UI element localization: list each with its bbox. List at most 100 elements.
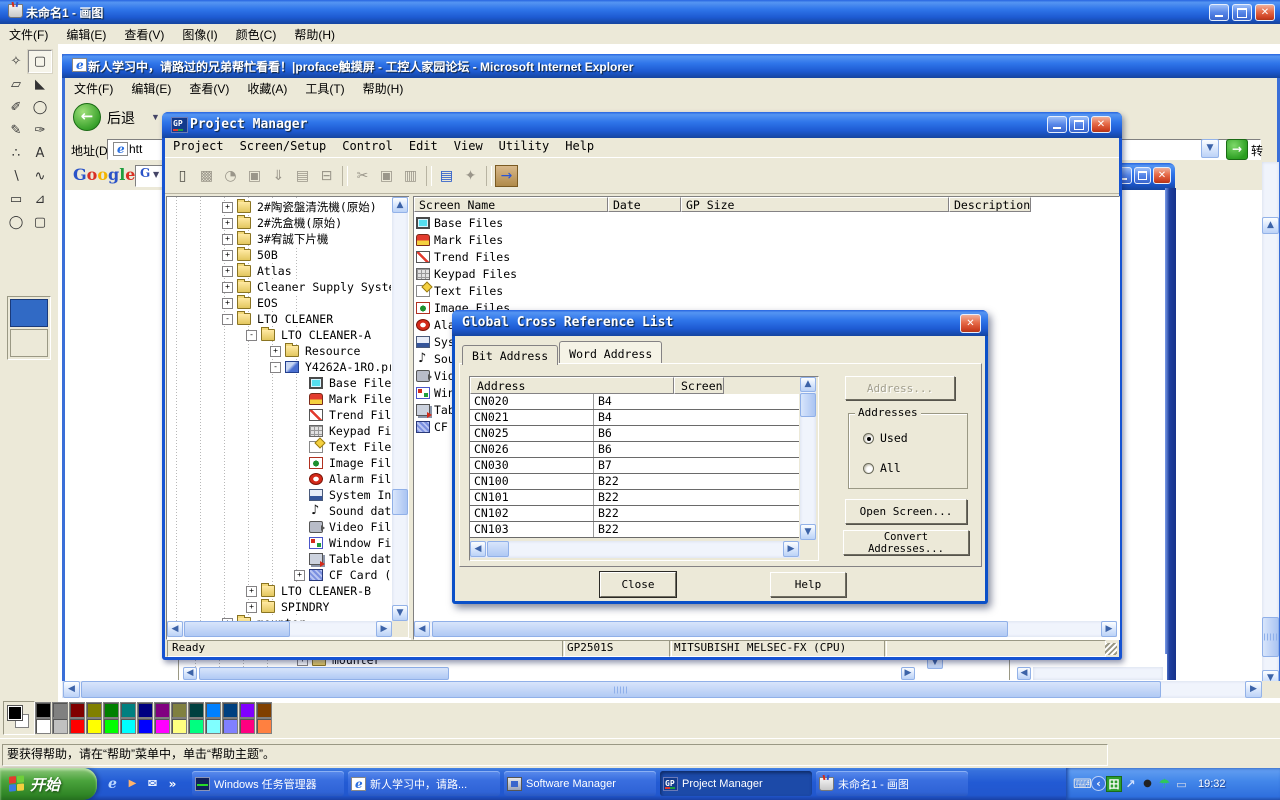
transfer-exit-icon[interactable]: → — [495, 165, 518, 187]
rectangle-tool[interactable]: ▭ — [4, 188, 28, 211]
list-item[interactable]: Base Files — [414, 214, 1117, 231]
toolbar-separator[interactable] — [426, 166, 432, 186]
convert-addresses-button[interactable]: Convert Addresses... — [843, 530, 969, 555]
task-button[interactable]: 未命名1 - 画图 — [816, 771, 968, 796]
palette-color[interactable] — [103, 702, 119, 718]
paint-menu-item[interactable]: 帮助(H) — [285, 24, 344, 46]
airbrush-tool[interactable]: ∴ — [4, 142, 28, 165]
tree-item[interactable]: Sound data — [167, 503, 391, 519]
paste-icon[interactable]: ▥ — [399, 165, 422, 187]
list-item[interactable]: Trend Files — [414, 248, 1117, 265]
tree-item[interactable]: + Resource — [167, 343, 391, 359]
scroll-down-icon[interactable]: ▼ — [392, 605, 408, 621]
table-row[interactable]: CN103 B22 — [470, 522, 799, 538]
back-icon[interactable]: ← — [73, 103, 101, 131]
rear-maximize-button[interactable] — [1134, 167, 1151, 184]
list-column-header[interactable]: Date — [608, 197, 681, 212]
palette-color[interactable] — [69, 718, 85, 734]
ie-menu-item[interactable]: 工具(T) — [296, 78, 353, 100]
tree-item[interactable]: + SPINDRY — [167, 599, 391, 615]
go-icon[interactable]: → — [1226, 139, 1248, 160]
pencil-tool[interactable]: ✎ — [4, 119, 28, 142]
tree-item[interactable]: + EOS — [167, 295, 391, 311]
tree-item[interactable]: Text Files — [167, 439, 391, 455]
tree-item[interactable]: Table data — [167, 551, 391, 567]
palette-color[interactable] — [205, 702, 221, 718]
tree-item[interactable]: Video Files — [167, 519, 391, 535]
palette-color[interactable] — [69, 702, 85, 718]
pm-menu-item[interactable]: Screen/Setup — [232, 138, 335, 155]
task-button[interactable]: Project Manager — [660, 771, 812, 796]
tree-item[interactable]: Trend Files — [167, 407, 391, 423]
list-item[interactable]: Mark Files — [414, 231, 1117, 248]
palette-color[interactable] — [137, 718, 153, 734]
copy-icon[interactable]: ▣ — [375, 165, 398, 187]
scroll-up-icon[interactable]: ▲ — [392, 197, 408, 213]
tree-item[interactable]: + 50B — [167, 247, 391, 263]
options-icon[interactable]: ✦ — [459, 165, 482, 187]
tree-item[interactable]: - Y4262A-1RO.prw — [167, 359, 391, 375]
radio-option[interactable]: All — [863, 458, 967, 478]
open-screen-icon[interactable]: ▩ — [195, 165, 218, 187]
input-method-icon[interactable]: 田 — [1106, 776, 1122, 792]
dialog-tab[interactable]: Word Address — [559, 341, 662, 363]
paint-minimize-button[interactable] — [1209, 4, 1229, 21]
expand-toggle-icon[interactable]: + — [246, 602, 257, 613]
tree-hscrollbar[interactable]: ◀ ▶ — [167, 621, 392, 637]
rear-scroll-right-icon[interactable]: ▶ — [901, 667, 915, 680]
rear-close-button[interactable]: ✕ — [1153, 167, 1171, 184]
pm-menu-item[interactable]: Utility — [491, 138, 558, 155]
quick-launch-more-icon[interactable]: » — [164, 775, 181, 792]
scroll-left-icon[interactable]: ◀ — [63, 681, 80, 698]
table-row[interactable]: CN021 B4 — [470, 410, 799, 426]
list-column-header[interactable]: GP Size — [681, 197, 949, 212]
palette-color[interactable] — [256, 702, 272, 718]
back-dropdown-icon[interactable]: ▼ — [151, 112, 160, 122]
table-row[interactable]: CN026 B6 — [470, 442, 799, 458]
tree-item[interactable]: Base Files — [167, 375, 391, 391]
expand-toggle-icon[interactable]: + — [294, 570, 305, 581]
palette-color[interactable] — [171, 718, 187, 734]
fill-tool[interactable]: ◣ — [28, 73, 52, 96]
table-row[interactable]: CN100 B22 — [470, 474, 799, 490]
tree-item[interactable]: + Cleaner Supply System — [167, 279, 391, 295]
scroll-up-icon[interactable]: ▲ — [800, 377, 816, 392]
table-row[interactable]: CN025 B6 — [470, 426, 799, 442]
print-icon[interactable]: ⊟ — [315, 165, 338, 187]
radio-icon[interactable] — [863, 463, 874, 474]
eyedropper-tool[interactable]: ✐ — [4, 96, 28, 119]
rear-scroll-left-icon[interactable]: ◀ — [183, 667, 197, 680]
table-column-header[interactable]: Address — [470, 377, 674, 394]
screen-list-icon[interactable]: ▤ — [435, 165, 458, 187]
paint-restore-button[interactable] — [1232, 4, 1252, 21]
palette-color[interactable] — [120, 718, 136, 734]
toolbar-separator[interactable] — [486, 166, 492, 186]
brush-tool[interactable]: ✑ — [28, 119, 52, 142]
back-button-label[interactable]: 后退 — [107, 108, 135, 128]
tree-item[interactable]: + Atlas — [167, 263, 391, 279]
expand-toggle-icon[interactable]: + — [270, 346, 281, 357]
load-screens-icon[interactable]: ⇓ — [267, 165, 290, 187]
paint-close-button[interactable]: ✕ — [1255, 4, 1275, 21]
task-button[interactable]: 新人学习中，请路... — [348, 771, 500, 796]
tree-item[interactable]: + LTO CLEANER-B — [167, 583, 391, 599]
pm-close-button[interactable]: ✕ — [1091, 116, 1111, 133]
palette-color[interactable] — [205, 718, 221, 734]
palette-color[interactable] — [154, 702, 170, 718]
ie-vscroll-thumb[interactable] — [1262, 617, 1279, 657]
table-row[interactable]: CN102 B22 — [470, 506, 799, 522]
palette-color[interactable] — [120, 702, 136, 718]
expand-toggle-icon[interactable]: + — [222, 218, 233, 229]
rear-hscroll-thumb[interactable] — [199, 667, 449, 680]
task-button[interactable]: Software Manager — [504, 771, 656, 796]
magnifier-tool[interactable]: ◯ — [28, 96, 52, 119]
scroll-right-icon[interactable]: ▶ — [783, 541, 799, 557]
palette-color[interactable] — [222, 702, 238, 718]
opaque-option[interactable] — [10, 299, 48, 327]
tree-item[interactable]: Mark Files — [167, 391, 391, 407]
tree-item[interactable]: + 2#陶瓷盤清洗機(原始) — [167, 199, 391, 215]
palette-color[interactable] — [171, 702, 187, 718]
scroll-left-icon[interactable]: ◀ — [167, 621, 183, 637]
palette-color[interactable] — [86, 702, 102, 718]
palette-color[interactable] — [222, 718, 238, 734]
